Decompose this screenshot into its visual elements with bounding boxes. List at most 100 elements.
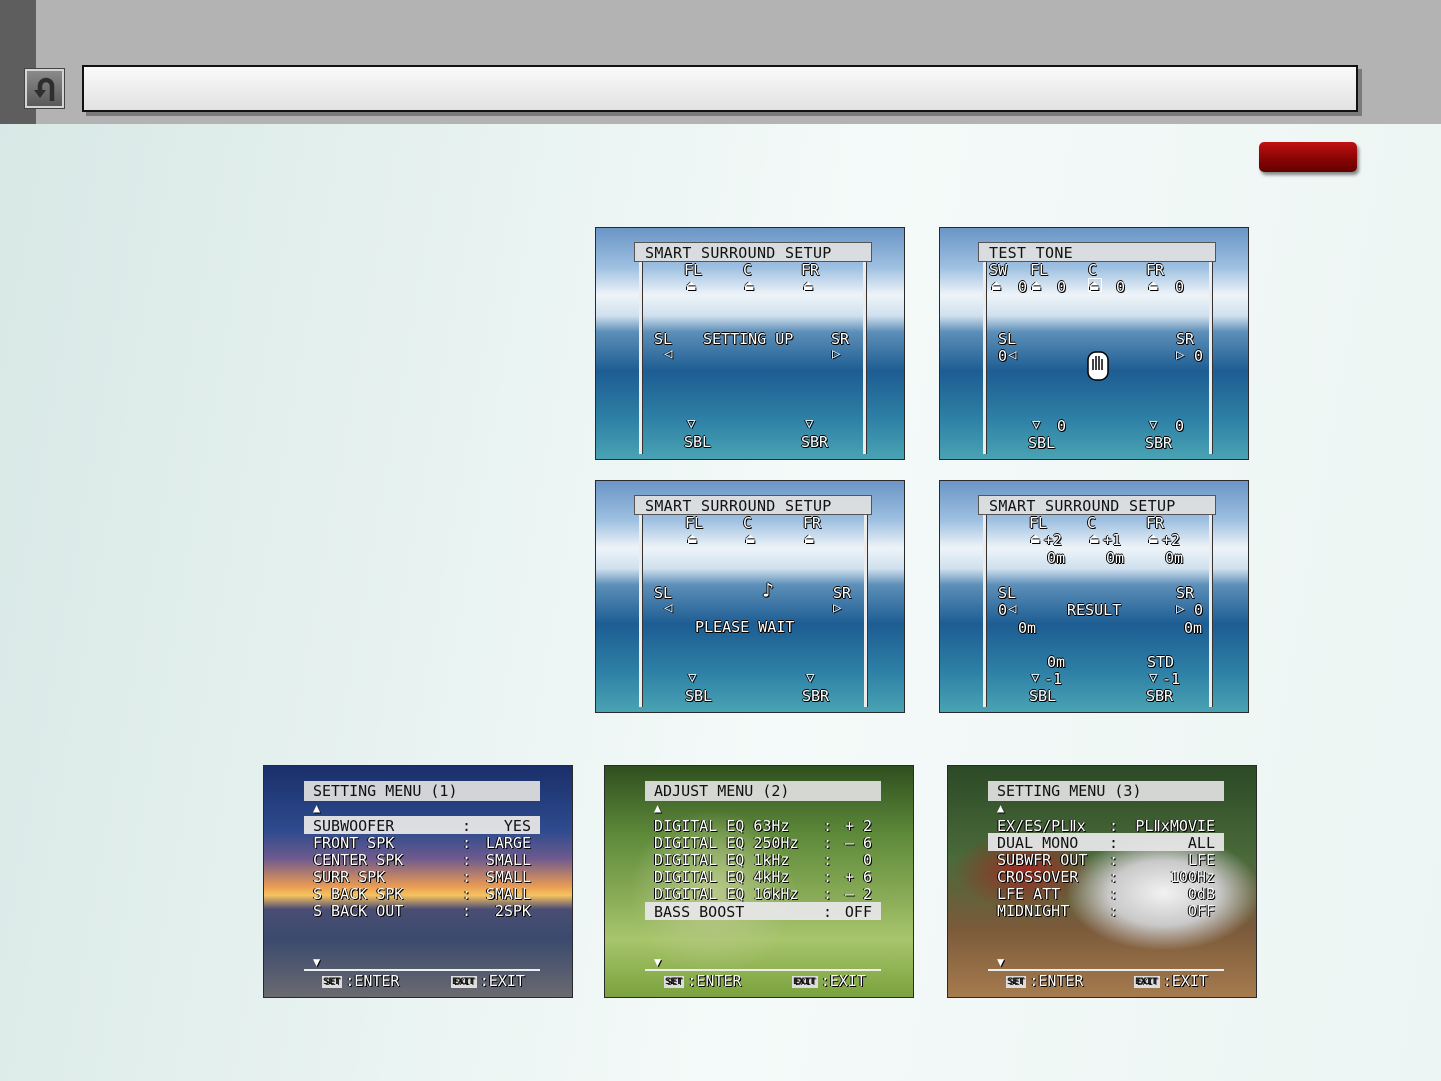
distance-c: 0m: [1106, 549, 1125, 567]
set-key-icon: SET: [322, 976, 343, 988]
status-text: PLEASE WAIT: [695, 618, 795, 636]
screen-title-bar: TEST TONE: [978, 242, 1216, 262]
menu-row[interactable]: DIGITAL EQ 4kHz: + 6: [654, 868, 872, 886]
value-sbr: 0: [1175, 417, 1185, 435]
frame-line-left: [639, 262, 642, 454]
menu-row[interactable]: DIGITAL EQ 16kHz: – 2: [654, 885, 872, 903]
speaker-front-icon: ⏏: [1032, 278, 1041, 294]
menu-title: SETTING MENU (3): [997, 782, 1142, 800]
please-wait-screen: SMART SURROUND SETUP FL C FR ⏏ ⏏ ⏏ SL SR…: [595, 480, 905, 713]
menu-row[interactable]: SURR SPK: SMALL: [313, 868, 531, 886]
enter-hint[interactable]: SET:ENTER: [1006, 972, 1083, 990]
menu-row[interactable]: MIDNIGHT: OFF: [997, 902, 1215, 920]
value-sr: 0: [1194, 601, 1204, 619]
distance-fr: 0m: [1165, 549, 1184, 567]
speaker-side-icon: ◁: [664, 346, 673, 362]
value-c: +1: [1103, 531, 1122, 549]
label-c: C: [1088, 261, 1098, 279]
speaker-side-icon: ◁: [664, 600, 673, 616]
screen-title-bar: SMART SURROUND SETUP: [634, 495, 872, 515]
menu-row[interactable]: S BACK OUT:2SPK: [313, 902, 531, 920]
value-fl: 0: [1057, 278, 1067, 296]
menu-row[interactable]: S BACK SPK: SMALL: [313, 885, 531, 903]
menu-row[interactable]: SUBWFR OUT: LFE: [997, 851, 1215, 869]
exit-key-icon: EXIT: [1134, 976, 1160, 988]
screen-title: SMART SURROUND SETUP: [645, 497, 832, 515]
label-fr: FR: [803, 514, 822, 532]
speaker-rear-icon: ▽: [687, 416, 696, 432]
speaker-rear-icon: ▽: [806, 670, 815, 686]
menu-row[interactable]: CROSSOVER:100Hz: [997, 868, 1215, 886]
set-key-icon: SET: [1006, 976, 1027, 988]
exit-key-icon: EXIT: [792, 976, 818, 988]
menu-row[interactable]: SUBWOOFER: YES: [313, 817, 531, 835]
speaker-front-icon: ⏏: [1149, 531, 1158, 547]
frame-line-right: [863, 262, 866, 454]
speaker-front-icon: ⏏: [687, 278, 696, 294]
back-button[interactable]: [24, 68, 65, 109]
exit-hint[interactable]: EXIT:EXIT: [1134, 972, 1208, 990]
red-button[interactable]: [1259, 142, 1357, 172]
frame-line-right: [1209, 262, 1212, 454]
value-sl: 0: [998, 347, 1008, 365]
value-sl: 0: [998, 601, 1008, 619]
label-sl: SL: [998, 330, 1017, 348]
menu-row[interactable]: DUAL MONO: ALL: [997, 834, 1215, 852]
distance-sbr: STD: [1147, 653, 1175, 671]
speaker-rear-icon: ▽: [805, 416, 814, 432]
value-sr: 0: [1194, 347, 1204, 365]
scroll-up-icon[interactable]: ▲: [997, 801, 1004, 815]
menu-row[interactable]: DIGITAL EQ 1kHz:0: [654, 851, 872, 869]
speaker-front-icon: ⏏: [805, 531, 814, 547]
scroll-down-icon[interactable]: ▼: [997, 955, 1004, 969]
label-fr: FR: [1146, 261, 1165, 279]
scroll-down-icon[interactable]: ▼: [654, 955, 661, 969]
value-fr: 0: [1175, 278, 1185, 296]
speaker-side-icon: ◁: [1008, 347, 1017, 363]
label-sbr: SBR: [1145, 434, 1173, 452]
menu-row[interactable]: LFE ATT:0dB: [997, 885, 1215, 903]
speaker-front-icon: ⏏: [992, 278, 1001, 294]
label-c: C: [743, 261, 753, 279]
label-fl: FL: [1029, 514, 1048, 532]
enter-hint[interactable]: SET:ENTER: [664, 972, 741, 990]
menu-row[interactable]: FRONT SPK: LARGE: [313, 834, 531, 852]
scroll-down-icon[interactable]: ▼: [313, 955, 320, 969]
exit-key-icon: EXIT: [451, 976, 477, 988]
speaker-rear-icon: ▽: [1031, 670, 1040, 686]
menu-row[interactable]: DIGITAL EQ 63Hz: + 2: [654, 817, 872, 835]
screen-title: TEST TONE: [989, 244, 1073, 262]
scroll-up-icon[interactable]: ▲: [654, 801, 661, 815]
status-text: RESULT: [1067, 601, 1122, 619]
setup-screen: SMART SURROUND SETUP FL C FR ⏏ ⏏ ⏏ SL SR…: [595, 227, 905, 460]
screen-title-bar: SMART SURROUND SETUP: [978, 495, 1216, 515]
speaker-front-icon: ⏏: [688, 531, 697, 547]
label-sr: SR: [1176, 584, 1195, 602]
setting-menu-1: SETTING MENU (1) ▲ SUBWOOFER: YES FRONT S…: [263, 765, 573, 998]
speaker-rear-icon: ▽: [1032, 417, 1041, 433]
result-screen: SMART SURROUND SETUP FL C FR ⏏ +2 ⏏ +1 ⏏…: [939, 480, 1249, 713]
value-fr: +2: [1162, 531, 1181, 549]
speaker-rear-icon: ▽: [1149, 670, 1158, 686]
label-sw: SW: [989, 261, 1008, 279]
menu-title-bar: SETTING MENU (3): [988, 781, 1224, 801]
speaker-front-icon: ⏏: [1090, 531, 1099, 547]
hand-icon: [1087, 351, 1109, 381]
set-key-icon: SET: [664, 976, 685, 988]
menu-row[interactable]: CENTER SPK: SMALL: [313, 851, 531, 869]
enter-hint[interactable]: SET:ENTER: [322, 972, 399, 990]
label-fl: FL: [685, 514, 704, 532]
label-fl: FL: [684, 261, 703, 279]
scroll-up-icon[interactable]: ▲: [313, 801, 320, 815]
menu-row[interactable]: BASS BOOST: OFF: [654, 903, 872, 921]
speaker-front-icon: ⏏: [1031, 531, 1040, 547]
speaker-side-icon: ▷: [1176, 601, 1185, 617]
menu-footer-line: [304, 969, 540, 971]
value-sw: 0: [1018, 278, 1028, 296]
menu-row[interactable]: DIGITAL EQ 250Hz: – 6: [654, 834, 872, 852]
exit-hint[interactable]: EXIT:EXIT: [792, 972, 866, 990]
exit-hint[interactable]: EXIT:EXIT: [451, 972, 525, 990]
distance-fl: 0m: [1047, 549, 1066, 567]
menu-row[interactable]: EX/ES/PLⅡx: PLⅡxMOVIE: [997, 817, 1215, 835]
status-text: SETTING UP: [703, 330, 794, 348]
